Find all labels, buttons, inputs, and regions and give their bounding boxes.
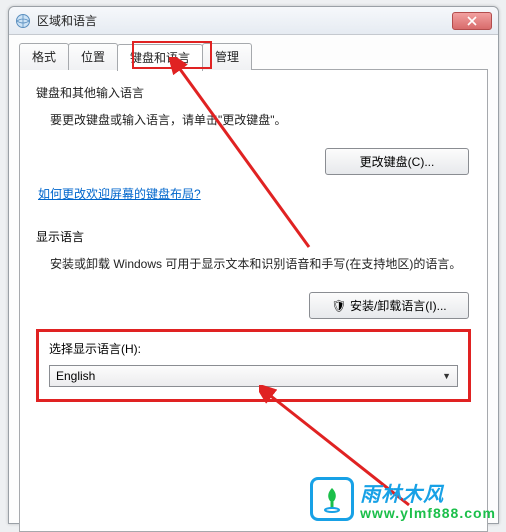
watermark: 雨林木风 www.ylmf888.com	[310, 477, 496, 521]
welcome-keyboard-link[interactable]: 如何更改欢迎屏幕的键盘布局?	[38, 187, 201, 201]
window-title: 区域和语言	[37, 12, 97, 29]
tab-panel-keyboard-language: 键盘和其他输入语言 要更改键盘或输入语言，请单击"更改键盘"。 更改键盘(C).…	[19, 69, 488, 532]
display-language-desc: 安装或卸载 Windows 可用于显示文本和识别语音和手写(在支持地区)的语言。	[50, 255, 471, 274]
region-language-window: 区域和语言 格式 位置 键盘和语言 管理 键盘和其他输入语言 要更改键盘或输入语…	[8, 6, 499, 524]
display-language-dropdown[interactable]: English ▼	[49, 365, 458, 387]
keyboard-section-title: 键盘和其他输入语言	[36, 84, 471, 101]
watermark-brand: 雨林木风	[360, 478, 496, 507]
tab-keyboard-language[interactable]: 键盘和语言	[117, 44, 203, 71]
install-uninstall-button[interactable]: 🛡 安装/卸载语言(I)...	[309, 292, 469, 319]
display-language-title: 显示语言	[36, 228, 471, 245]
watermark-logo-icon	[310, 477, 354, 521]
globe-icon	[15, 13, 31, 29]
keyboard-section-desc: 要更改键盘或输入语言，请单击"更改键盘"。	[50, 111, 471, 130]
dropdown-selected-value: English	[56, 369, 95, 383]
watermark-url: www.ylmf888.com	[360, 505, 496, 521]
annotation-dropdown-highlight: 选择显示语言(H): English ▼	[36, 329, 471, 402]
window-body: 格式 位置 键盘和语言 管理 键盘和其他输入语言 要更改键盘或输入语言，请单击"…	[9, 35, 498, 523]
display-language-dropdown-label: 选择显示语言(H):	[49, 340, 458, 357]
close-button[interactable]	[452, 12, 492, 30]
close-icon	[467, 16, 477, 26]
change-keyboard-button[interactable]: 更改键盘(C)...	[325, 148, 469, 175]
chevron-down-icon: ▼	[442, 371, 451, 381]
tab-format[interactable]: 格式	[19, 43, 69, 70]
tab-admin[interactable]: 管理	[202, 43, 252, 70]
tab-strip: 格式 位置 键盘和语言 管理	[19, 43, 488, 70]
tab-location[interactable]: 位置	[68, 43, 118, 70]
titlebar[interactable]: 区域和语言	[9, 7, 498, 35]
watermark-text: 雨林木风 www.ylmf888.com	[360, 478, 496, 521]
